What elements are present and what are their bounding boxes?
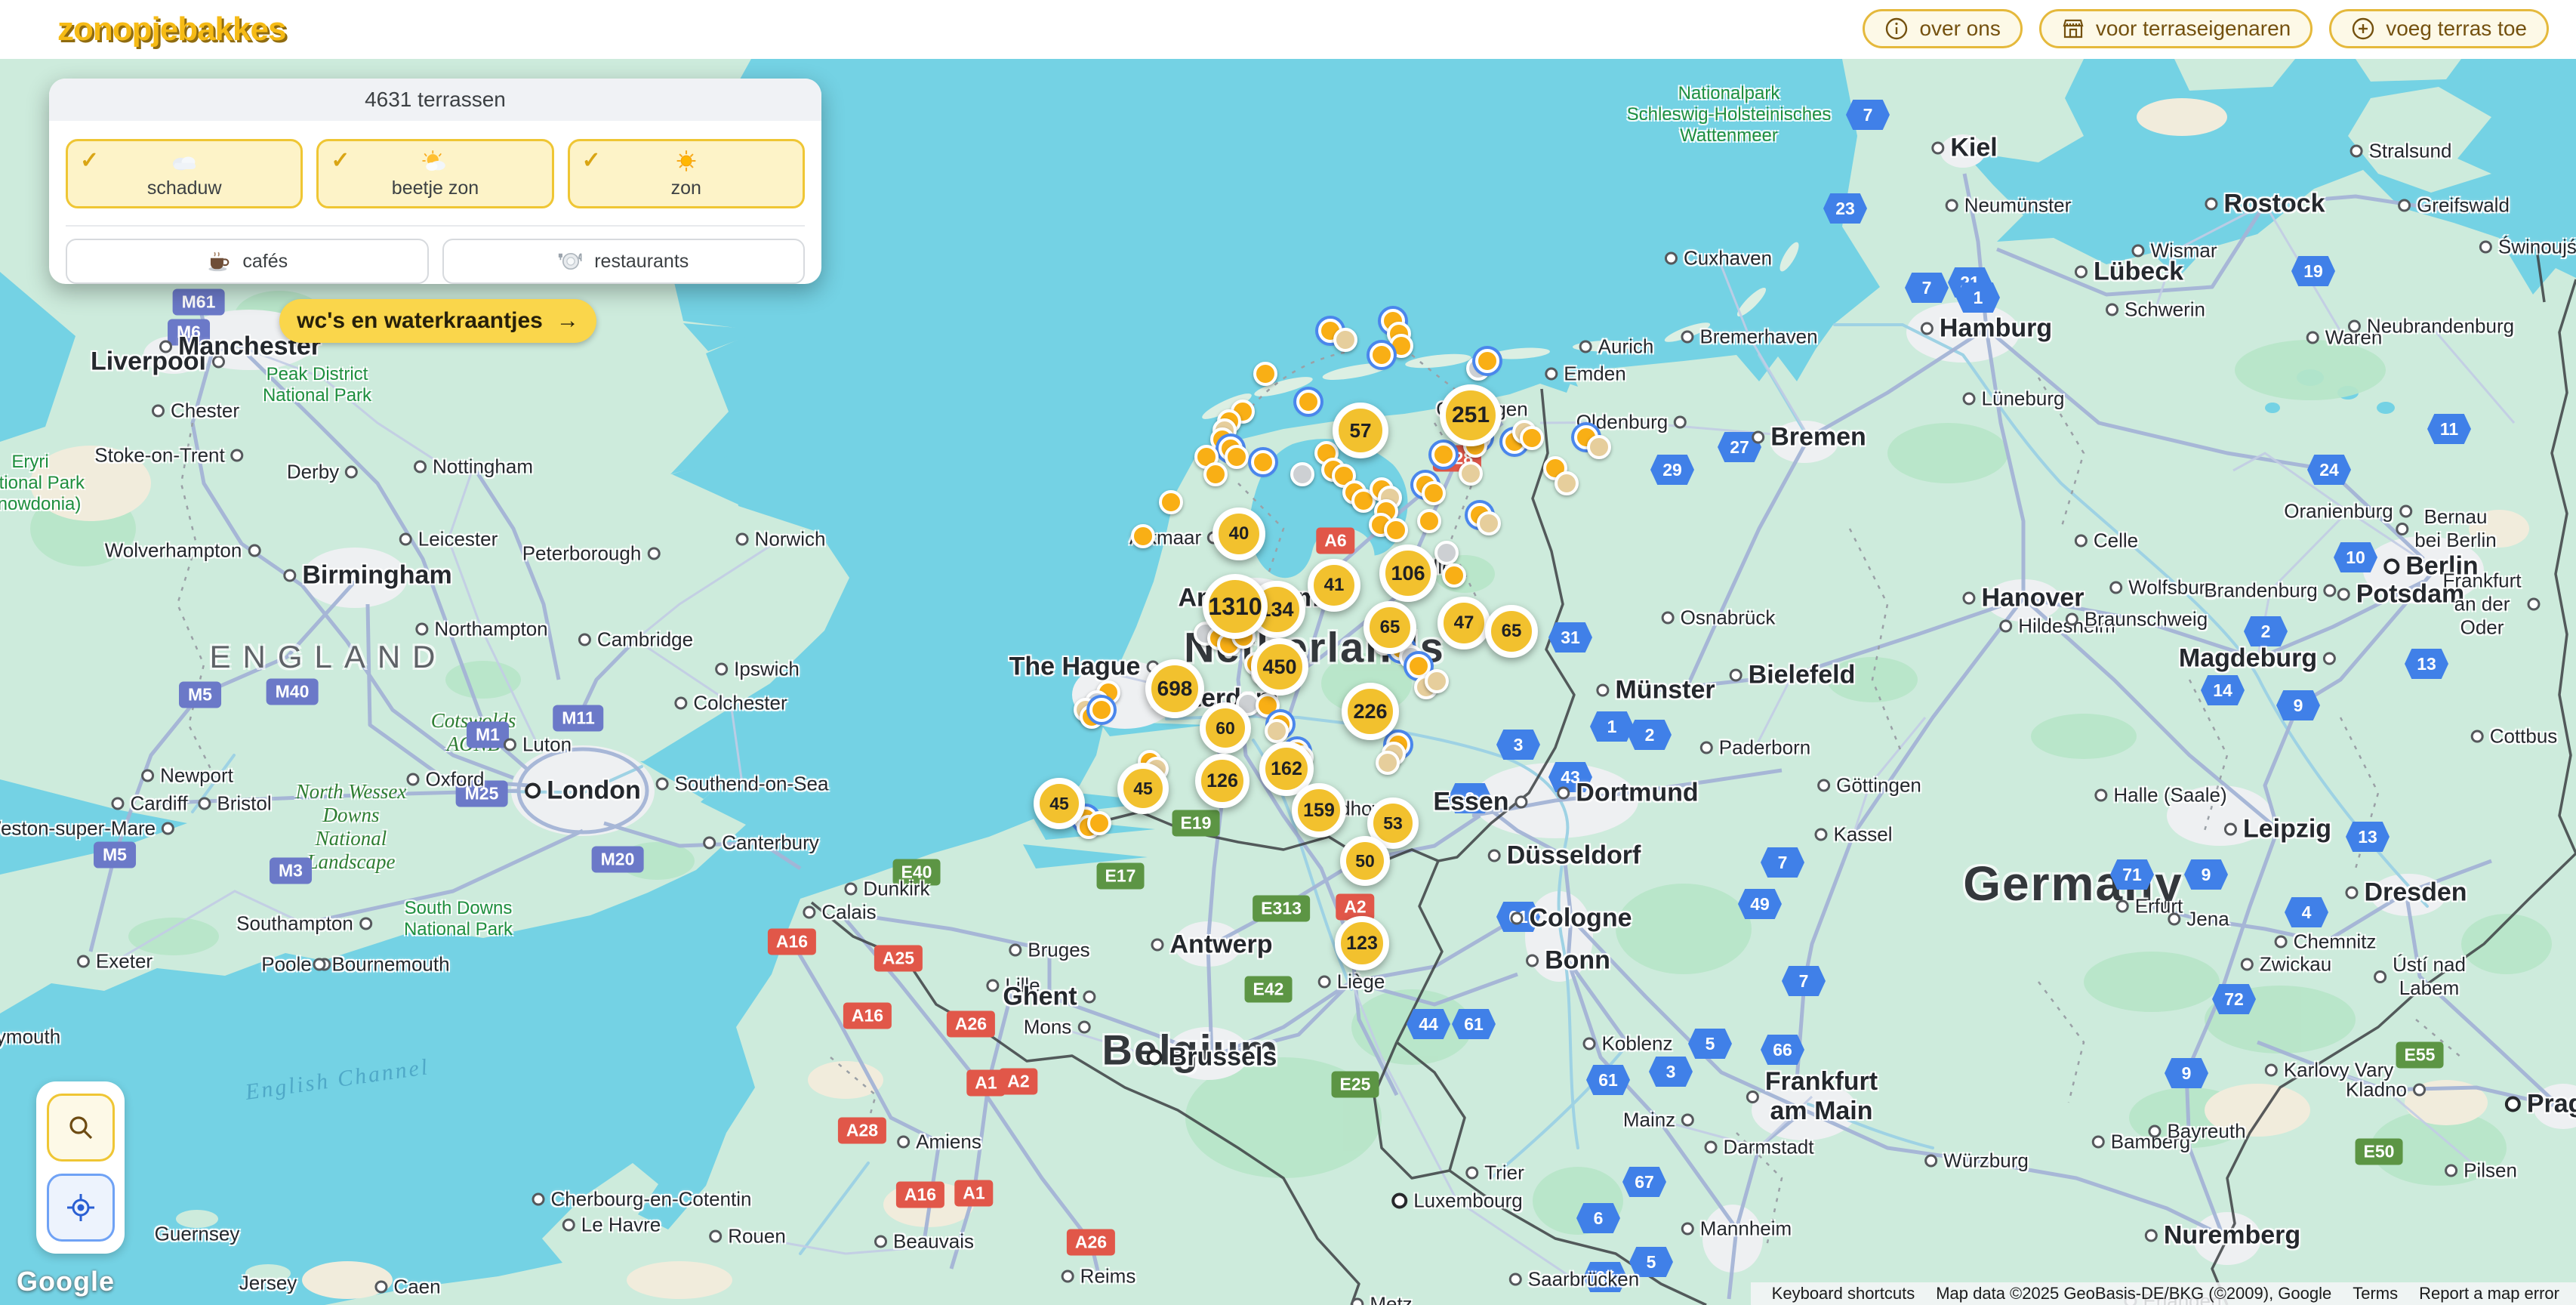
filter-restaurants-label: restaurants — [594, 251, 689, 273]
google-logo[interactable]: Google — [17, 1266, 115, 1297]
restaurant-icon — [558, 250, 584, 273]
weather-filter-row: ✓ schaduw ✓ beetje zon — [49, 121, 821, 208]
type-filter-row: cafés restaurants — [49, 227, 821, 284]
about-button-label: over ons — [1919, 17, 2000, 41]
sun-cloud-icon — [418, 149, 451, 173]
check-icon: ✓ — [582, 147, 601, 174]
app-logo[interactable]: zonopjebakkes — [57, 11, 285, 48]
map-data-text: Map data ©2025 GeoBasis-DE/BKG (©2009), … — [1925, 1284, 2342, 1303]
report-error-link[interactable]: Report a map error — [2408, 1284, 2570, 1303]
terrace-owners-button[interactable]: voor terraseigenaren — [2039, 9, 2313, 48]
cloud-icon — [168, 149, 201, 173]
add-terrace-button[interactable]: voeg terras toe — [2329, 9, 2549, 48]
filter-beetje-zon-label: beetje zon — [392, 177, 479, 199]
zonopjebakkes-app: zonopjebakkes over ons voor terraseigena… — [0, 0, 2576, 1305]
filter-zon[interactable]: ✓ zon — [568, 139, 805, 208]
terrace-count: 4631 terrassen — [49, 79, 821, 121]
header-bar: zonopjebakkes over ons voor terraseigena… — [0, 0, 2576, 59]
check-icon: ✓ — [80, 147, 99, 174]
sun-icon — [670, 149, 703, 173]
filter-schaduw[interactable]: ✓ schaduw — [66, 139, 303, 208]
info-icon — [1884, 17, 1909, 41]
filter-zon-label: zon — [671, 177, 701, 199]
coffee-icon — [206, 250, 232, 273]
locate-button[interactable] — [47, 1174, 115, 1242]
map-attribution: Keyboard shortcuts Map data ©2025 GeoBas… — [1751, 1282, 2576, 1305]
wc-button-label: wc's en waterkraantjes — [297, 308, 543, 334]
about-button[interactable]: over ons — [1863, 9, 2022, 48]
add-terrace-button-label: voeg terras toe — [2386, 17, 2527, 41]
search-button[interactable] — [47, 1094, 115, 1162]
search-icon — [66, 1112, 96, 1143]
filter-cafes[interactable]: cafés — [66, 239, 429, 284]
map-controls — [36, 1081, 125, 1254]
locate-icon — [66, 1192, 96, 1223]
map-canvas[interactable]: NetherlandsBelgiumGermanyENGLANDEnglish … — [0, 59, 2576, 1305]
check-icon: ✓ — [331, 147, 350, 174]
storefront-icon — [2061, 17, 2085, 41]
filter-schaduw-label: schaduw — [147, 177, 222, 199]
add-circle-icon — [2351, 17, 2375, 41]
wc-waterkraantjes-button[interactable]: wc's en waterkraantjes → — [279, 299, 596, 343]
filter-cafes-label: cafés — [242, 251, 288, 273]
filter-panel: 4631 terrassen ✓ schaduw ✓ — [49, 79, 821, 284]
terrace-owners-button-label: voor terraseigenaren — [2096, 17, 2291, 41]
keyboard-shortcuts-link[interactable]: Keyboard shortcuts — [1761, 1284, 1926, 1303]
filter-beetje-zon[interactable]: ✓ beetje zon — [316, 139, 553, 208]
arrow-right-icon: → — [556, 308, 579, 334]
filter-restaurants[interactable]: restaurants — [442, 239, 806, 284]
terms-link[interactable]: Terms — [2342, 1284, 2408, 1303]
header-buttons: over ons voor terraseigenaren voeg terra… — [1863, 9, 2549, 48]
